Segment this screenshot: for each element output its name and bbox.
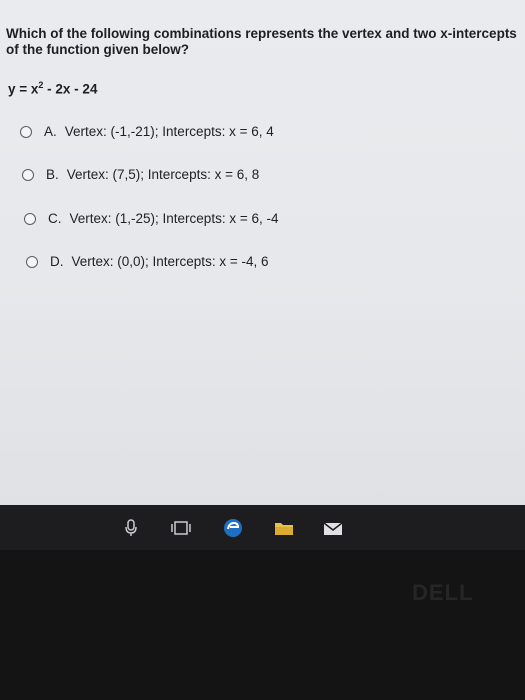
radio-button-b[interactable] [22, 168, 34, 181]
question-text: Which of the following combinations repr… [6, 26, 517, 57]
mail-icon[interactable] [322, 517, 344, 539]
microphone-icon[interactable] [120, 517, 142, 539]
taskbar [0, 505, 525, 550]
option-b[interactable]: B. Vertex: (7,5); Intercepts: x = 6, 8 [22, 167, 259, 182]
radio-button-c[interactable] [24, 212, 36, 225]
monitor-bezel [0, 550, 525, 700]
option-c[interactable]: C. Vertex: (1,-25); Intercepts: x = 6, -… [24, 211, 278, 226]
radio-button-a[interactable] [20, 125, 32, 138]
task-view-icon[interactable] [170, 517, 192, 539]
screen: Which of the following combinations repr… [0, 0, 525, 505]
option-d-label: Vertex: (0,0); Intercepts: x = -4, 6 [71, 254, 269, 269]
option-d[interactable]: D. Vertex: (0,0); Intercepts: x = -4, 6 [26, 254, 268, 269]
file-explorer-icon[interactable] [273, 517, 295, 539]
option-a[interactable]: A. Vertex: (-1,-21); Intercepts: x = 6, … [20, 124, 274, 139]
radio-button-d[interactable] [26, 255, 38, 268]
function-equation: y = x2 - 2x - 24 [8, 80, 98, 97]
dell-logo: DELL [412, 580, 474, 605]
option-c-label: Vertex: (1,-25); Intercepts: x = 6, -4 [69, 211, 279, 226]
option-b-label: Vertex: (7,5); Intercepts: x = 6, 8 [66, 167, 260, 182]
edge-browser-icon[interactable] [222, 517, 244, 539]
option-a-label: Vertex: (-1,-21); Intercepts: x = 6, 4 [64, 124, 274, 139]
